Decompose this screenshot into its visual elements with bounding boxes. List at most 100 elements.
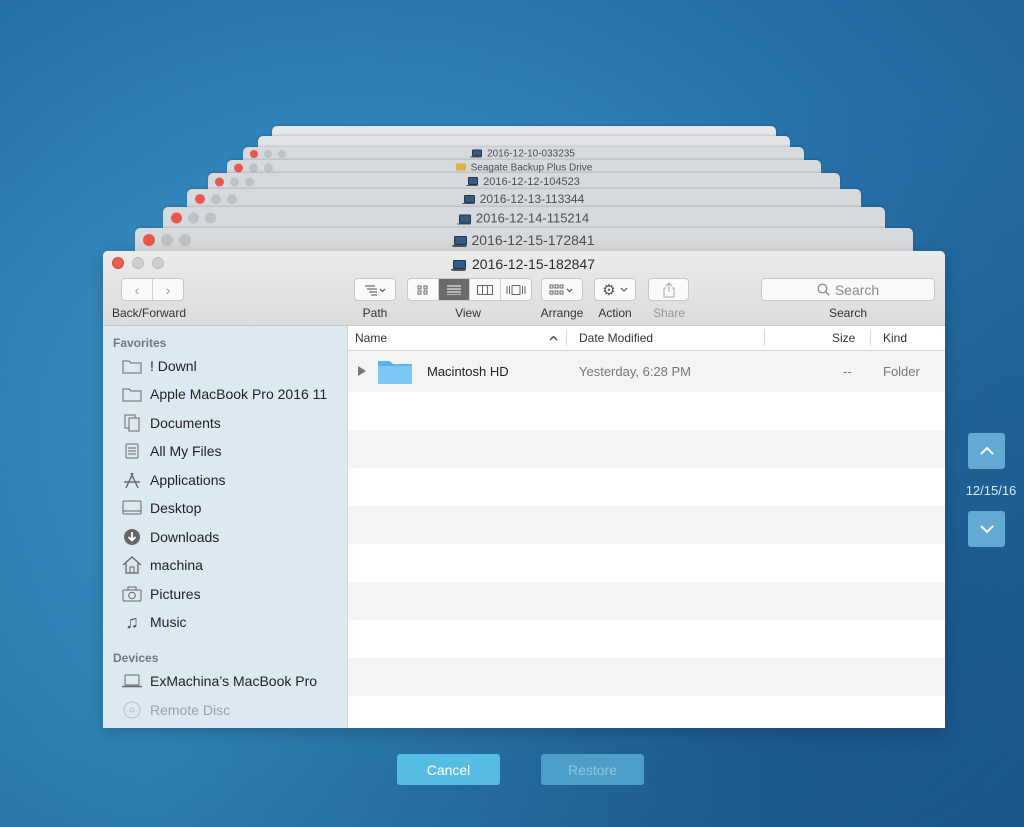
sidebar-item-label: Desktop [150,500,202,516]
drive-icon [455,163,466,171]
arrange-icon [549,284,573,294]
camera-icon [122,585,142,603]
sidebar-item-pictures[interactable]: Pictures [122,582,201,606]
table-row[interactable]: Macintosh HD Yesterday, 6:28 PM -- Folde… [348,351,945,391]
backup-window-title: 2016-12-15-172841 [471,232,595,248]
path-button[interactable] [354,278,396,301]
share-button[interactable] [648,278,689,301]
window-title-text: 2016-12-15-182847 [472,256,595,272]
sidebar-item-label: All My Files [150,443,222,459]
column-header-date-modified[interactable]: Date Modified [579,331,653,345]
desktop-icon [122,499,142,517]
backup-window-title: Seagate Backup Plus Drive [470,162,593,173]
laptop-icon [466,177,479,187]
favorites-heading: Favorites [113,336,167,350]
view-label: View [455,306,481,320]
sidebar-item-label: ExMachina’s MacBook Pro [150,673,318,689]
column-view-button[interactable] [470,279,501,300]
sidebar-item-label: Apple MacBook Pro 2016 11 [150,386,328,402]
file-kind: Folder [883,364,920,379]
column-header-kind[interactable]: Kind [883,331,907,345]
gear-icon: ⚙ [602,281,616,299]
folder-icon [122,357,142,375]
list-icon [447,285,461,295]
backup-window-stack-5[interactable]: 2016-12-12-104523 [208,173,840,190]
action-button[interactable]: ⚙ [594,278,636,301]
chevron-up-icon [979,446,994,455]
timeline-down-button[interactable] [968,511,1005,547]
laptop-icon [451,235,467,247]
column-header-size[interactable]: Size [832,331,855,345]
backup-window-title: 2016-12-12-104523 [483,175,580,188]
sidebar-item-downloads[interactable]: Downloads [122,525,219,549]
window-title: 2016-12-15-182847 [103,256,945,272]
sidebar-item-label: Pictures [150,586,201,602]
path-label: Path [362,306,388,320]
sidebar-item-desktop[interactable]: Desktop [122,496,201,520]
cover-flow-button[interactable] [501,279,531,300]
sidebar-item-all-my-files[interactable]: All My Files [122,439,222,463]
sidebar-item-label: ! Downl [150,358,197,374]
sidebar-item-macbook-pro[interactable]: ExMachina’s MacBook Pro [122,669,317,693]
arrange-button[interactable] [541,278,583,301]
file-size: -- [843,364,852,379]
chevron-down-icon [620,287,628,292]
backup-window-stack-8[interactable]: 2016-12-15-172841 [135,228,913,252]
sidebar-item-label: Music [150,614,187,630]
file-list: Name Date Modified Size Kind Macintosh H… [348,326,945,728]
backup-window-title: 2016-12-14-115214 [475,210,590,226]
action-label: Action [598,306,632,320]
sidebar-item-machina[interactable]: machina [122,553,203,577]
path-menu-icon [365,284,386,296]
chevron-down-icon [979,525,994,534]
sidebar-item-apple-macbook-pro[interactable]: Apple MacBook Pro 2016 11 [122,382,327,406]
file-date-modified: Yesterday, 6:28 PM [579,364,692,379]
search-icon [817,283,830,296]
timeline-up-button[interactable] [968,433,1005,469]
home-icon [122,556,142,574]
downloads-icon [122,528,142,546]
grid-icon [417,285,428,294]
back-forward-label: Back/Forward [112,306,187,320]
laptop-icon [451,259,466,271]
column-header-row: Name Date Modified Size Kind [348,326,945,351]
sidebar-item-downl[interactable]: ! Downl [122,354,197,378]
applications-icon [122,471,142,489]
column-header-name[interactable]: Name [355,331,387,345]
backup-window-stack-7[interactable]: 2016-12-14-115214 [163,207,885,229]
arrange-label: Arrange [540,306,584,320]
sort-ascending-icon [549,335,558,341]
restore-button[interactable]: Restore [541,754,644,785]
timeline-date: 12/15/16 [965,483,1017,498]
disc-icon [122,701,142,719]
share-icon [663,281,674,297]
backup-window-title: 2016-12-13-113344 [479,191,585,206]
toolbar: 2016-12-15-182847 ‹ › Back/Forward Path [103,251,945,326]
folder-icon [122,385,142,403]
cover-flow-icon [506,284,526,295]
file-name: Macintosh HD [427,364,509,379]
backup-window-stack-6[interactable]: 2016-12-13-113344 [187,189,861,208]
columns-icon [477,284,493,295]
sidebar-item-music[interactable]: ♫ Music [122,610,187,634]
list-view-button[interactable] [439,279,470,300]
back-button[interactable]: ‹ [122,279,153,300]
backup-window-stack-3[interactable]: 2016-12-10-033235 [243,147,804,161]
search-input[interactable]: Search [761,278,935,301]
all-files-icon [122,442,142,460]
documents-icon [122,414,142,432]
sidebar-item-applications[interactable]: Applications [122,468,226,492]
icon-view-button[interactable] [408,279,439,300]
sidebar-item-label: Applications [150,472,226,488]
sidebar-item-documents[interactable]: Documents [122,411,221,435]
chevron-left-icon: ‹ [134,281,140,298]
chevron-right-icon: › [165,281,171,298]
search-label: Search [828,306,868,320]
sidebar-item-remote-disc[interactable]: Remote Disc [122,698,230,722]
view-segmented-control [407,278,532,301]
cancel-button[interactable]: Cancel [397,754,500,785]
sidebar-item-label: Downloads [150,529,220,545]
forward-button[interactable]: › [153,279,183,300]
back-forward-control: ‹ › [121,278,184,301]
disclosure-triangle-icon[interactable] [358,366,366,376]
